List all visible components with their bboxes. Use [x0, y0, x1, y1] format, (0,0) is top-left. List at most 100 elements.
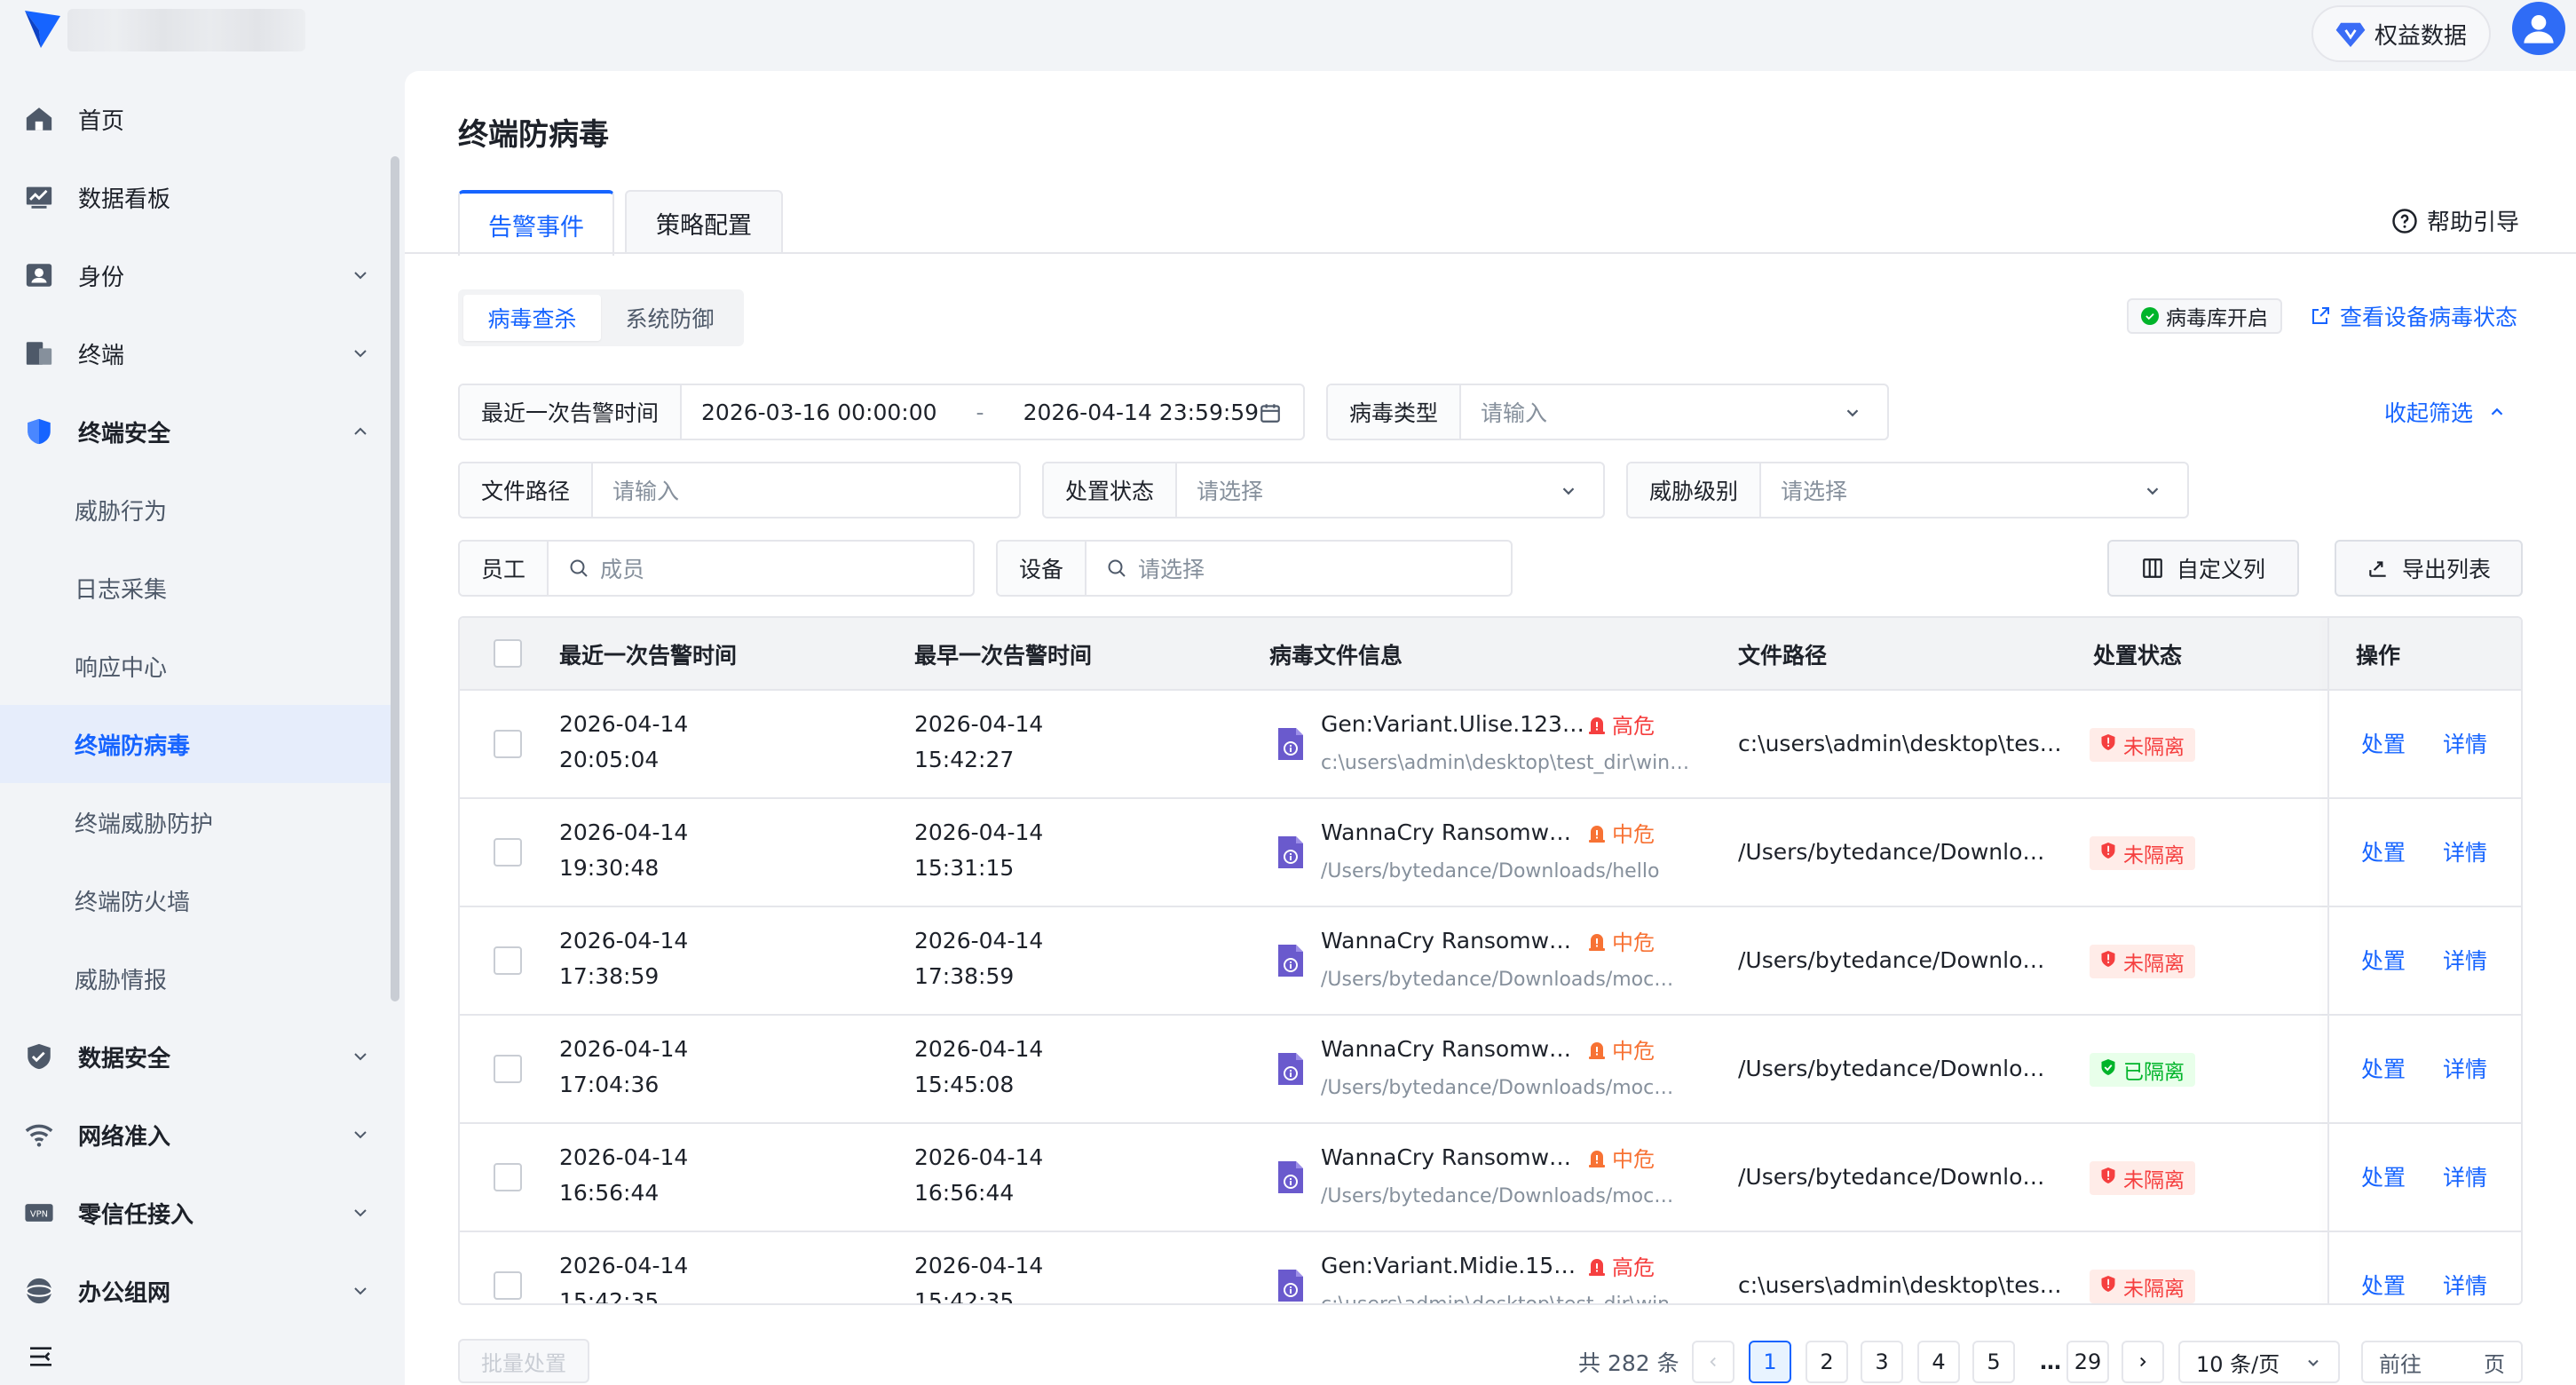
detail-action-link[interactable]: 详情: [2443, 1160, 2487, 1192]
threat-level-select[interactable]: 请选择: [1761, 463, 2187, 517]
table-row[interactable]: 2026-04-14 17:38:59 2026-04-14 17:38:59 Wann…: [460, 907, 2521, 1016]
sidebar-item-data-security[interactable]: 数据安全: [0, 1017, 391, 1096]
row-checkbox[interactable]: [494, 946, 522, 975]
page-button[interactable]: 29: [2066, 1341, 2109, 1383]
sidebar-item-dashboard[interactable]: 数据看板: [0, 158, 391, 236]
detail-action-link[interactable]: 详情: [2443, 727, 2487, 759]
detail-action-link[interactable]: 详情: [2443, 1269, 2487, 1301]
header-first-alert-time[interactable]: 最早一次告警时间: [914, 618, 1092, 691]
detail-action-link[interactable]: 详情: [2443, 1052, 2487, 1084]
handle-status-filter[interactable]: 处置状态 请选择: [1042, 462, 1605, 518]
user-avatar[interactable]: [2512, 2, 2565, 55]
table-row[interactable]: 2026-04-14 17:04:36 2026-04-14 15:45:08 Wann…: [460, 1016, 2521, 1124]
row-checkbox[interactable]: [494, 1163, 522, 1191]
page-button[interactable]: 3: [1861, 1341, 1903, 1383]
shield-alert-icon: [2100, 1167, 2116, 1190]
tab-policy-config[interactable]: 策略配置: [625, 190, 783, 254]
collapse-label: 收起筛选: [2384, 400, 2474, 426]
employee-search-input[interactable]: 成员: [549, 542, 973, 595]
last-alert-date: 2026-04-14: [559, 819, 689, 845]
custom-columns-button[interactable]: 自定义列: [2107, 540, 2299, 597]
collapse-sidebar-icon[interactable]: [27, 1342, 55, 1371]
page-button[interactable]: 2: [1806, 1341, 1848, 1383]
wifi-icon: [23, 1119, 55, 1151]
chevron-down-icon: [2146, 487, 2159, 495]
detail-action-link[interactable]: 详情: [2443, 835, 2487, 867]
threat-level-label: 中危: [1612, 1039, 1655, 1064]
handle-action-link[interactable]: 处置: [2361, 1052, 2406, 1084]
shield-icon: [23, 416, 55, 447]
header-last-alert-time[interactable]: 最近一次告警时间: [559, 618, 737, 691]
sidebar-item-label: 数据安全: [78, 1045, 171, 1072]
sidebar-item-endpoint-threat-protection[interactable]: 终端威胁防护: [0, 783, 391, 861]
sidebar-item-devices[interactable]: 终端: [0, 314, 391, 392]
sidebar-item-label: 身份: [78, 264, 125, 291]
employee-filter[interactable]: 员工 成员: [458, 540, 975, 597]
tab-alert-events[interactable]: 告警事件: [458, 190, 614, 256]
app-logo[interactable]: [23, 7, 62, 50]
handle-action-link[interactable]: 处置: [2361, 727, 2406, 759]
sidebar-item-zero-trust[interactable]: VPN 零信任接入: [0, 1174, 391, 1252]
threat-level-filter[interactable]: 威胁级别 请选择: [1626, 462, 2189, 518]
last-alert-time-filter[interactable]: 最近一次告警时间 2026-03-16 00:00:00 - 2026-04-1…: [458, 384, 1305, 440]
sidebar-item-threat-behavior[interactable]: 威胁行为: [0, 471, 391, 549]
device-filter[interactable]: 设备 请选择: [996, 540, 1513, 597]
virus-type-filter[interactable]: 病毒类型 请输入: [1326, 384, 1889, 440]
sidebar-item-endpoint-firewall[interactable]: 终端防火墙: [0, 861, 391, 939]
next-page-button[interactable]: [2122, 1341, 2164, 1383]
handle-action-link[interactable]: 处置: [2361, 1160, 2406, 1192]
threat-level-label: 中危: [1612, 1147, 1655, 1172]
segment-virus-scan[interactable]: 病毒查杀: [463, 295, 601, 341]
file-path-input[interactable]: 请输入: [593, 463, 1019, 517]
alarm-icon: [1589, 933, 1605, 951]
row-checkbox[interactable]: [494, 730, 522, 758]
rights-data-button[interactable]: 权益数据: [2311, 5, 2491, 62]
sidebar-item-home[interactable]: 首页: [0, 80, 391, 158]
top-bar: 权益数据: [0, 0, 2576, 71]
detail-action-link[interactable]: 详情: [2443, 944, 2487, 976]
date-separator: -: [976, 399, 984, 425]
sidebar-scrollbar[interactable]: [391, 156, 399, 1001]
row-checkbox[interactable]: [494, 1271, 522, 1300]
page-button[interactable]: 4: [1917, 1341, 1960, 1383]
segment-system-defense[interactable]: 系统防御: [601, 295, 739, 341]
virus-type-input[interactable]: 请输入: [1461, 385, 1887, 439]
batch-handle-button[interactable]: 批量处置: [458, 1339, 589, 1383]
device-search-input[interactable]: 请选择: [1087, 542, 1511, 595]
handle-action-link[interactable]: 处置: [2361, 944, 2406, 976]
export-list-button[interactable]: 导出列表: [2335, 540, 2523, 597]
sidebar-item-network-access[interactable]: 网络准入: [0, 1096, 391, 1174]
last-alert-clock: 17:38:59: [559, 963, 660, 989]
help-guide-link[interactable]: 帮助引导: [2391, 204, 2519, 237]
sidebar-item-office-network[interactable]: 办公组网: [0, 1252, 391, 1330]
handle-action-link[interactable]: 处置: [2361, 835, 2406, 867]
file-path-filter[interactable]: 文件路径 请输入: [458, 462, 1021, 518]
table-row[interactable]: 2026-04-14 20:05:04 2026-04-14 15:42:27 Gen:…: [460, 691, 2521, 799]
row-checkbox[interactable]: [494, 838, 522, 867]
sidebar-item-endpoint-security[interactable]: 终端安全: [0, 392, 391, 471]
sidebar-item-identity[interactable]: 身份: [0, 236, 391, 314]
sidebar-item-threat-intel[interactable]: 威胁情报: [0, 939, 391, 1017]
page-button[interactable]: 1: [1749, 1341, 1791, 1383]
page-size-select[interactable]: 10 条/页: [2178, 1341, 2340, 1383]
view-device-virus-status-link[interactable]: 查看设备病毒状态: [2310, 298, 2517, 334]
handle-status-select[interactable]: 请选择: [1177, 463, 1603, 517]
date-range-input[interactable]: 2026-03-16 00:00:00 - 2026-04-14 23:59:5…: [682, 385, 1303, 439]
sidebar-item-endpoint-antivirus[interactable]: 终端防病毒: [0, 705, 391, 783]
select-placeholder: 请选择: [1781, 479, 1848, 504]
handle-action-link[interactable]: 处置: [2361, 1269, 2406, 1301]
row-checkbox[interactable]: [494, 1055, 522, 1083]
collapse-filter-toggle[interactable]: 收起筛选: [2384, 394, 2507, 430]
select-all-checkbox[interactable]: [494, 639, 522, 668]
page-ellipsis[interactable]: …: [2029, 1341, 2072, 1383]
table-row[interactable]: 2026-04-14 16:56:44 2026-04-14 16:56:44 Wann…: [460, 1124, 2521, 1232]
sidebar-item-label: 威胁行为: [75, 498, 168, 526]
prev-page-button[interactable]: [1692, 1341, 1734, 1383]
sidebar-item-log-collection[interactable]: 日志采集: [0, 549, 391, 627]
sidebar-item-response-center[interactable]: 响应中心: [0, 627, 391, 705]
table-row[interactable]: 2026-04-14 19:30:48 2026-04-14 15:31:15 Wann…: [460, 799, 2521, 907]
table-row[interactable]: 2026-04-14 15:42:35 2026-04-14 15:42:35 Gen:…: [460, 1232, 2521, 1303]
page-button[interactable]: 5: [1972, 1341, 2015, 1383]
goto-page-input[interactable]: 前往 页: [2361, 1341, 2523, 1383]
filter-label: 处置状态: [1044, 463, 1178, 517]
